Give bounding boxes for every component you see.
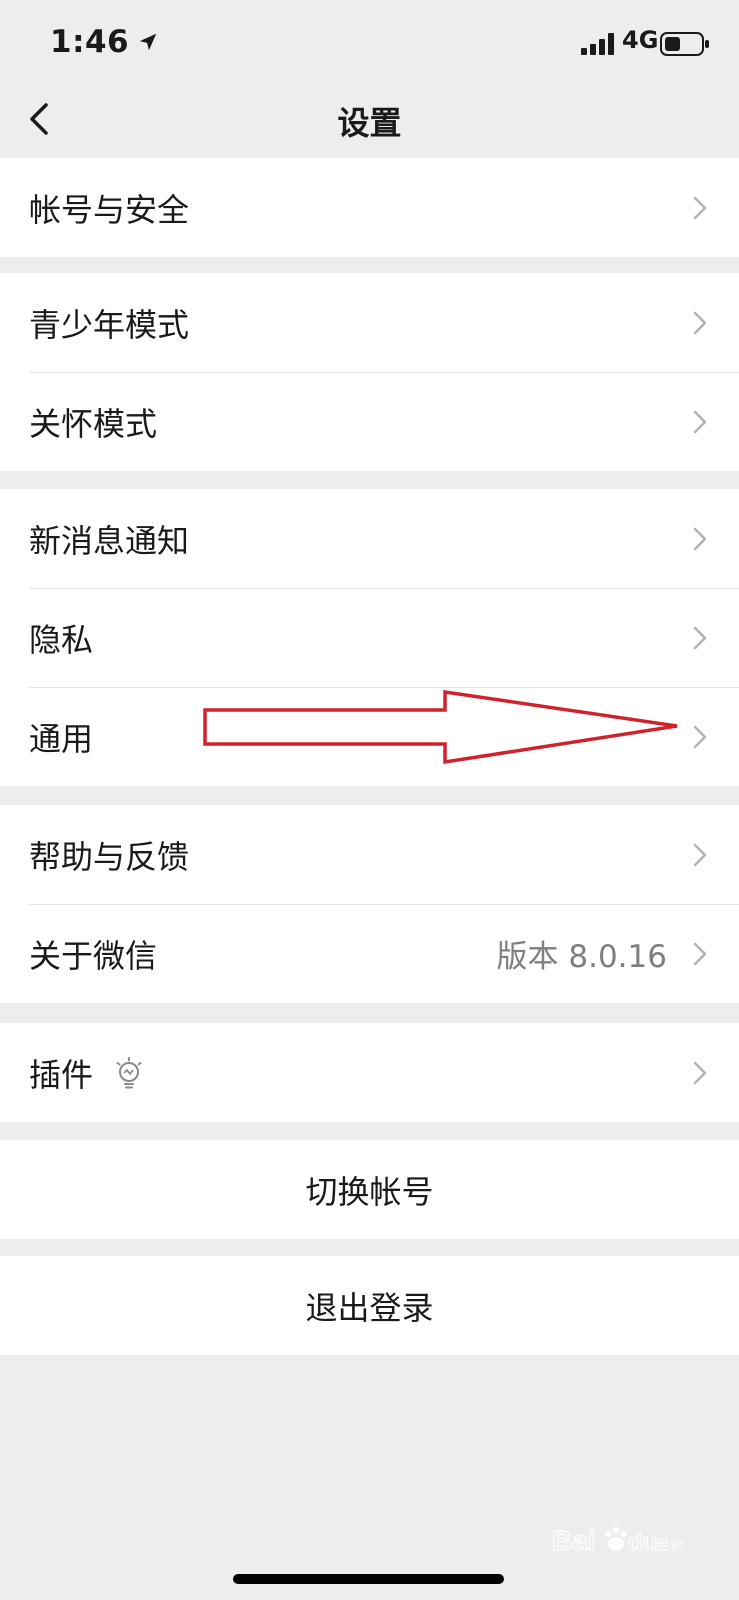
settings-item-plugins[interactable]: 插件 (0, 1023, 739, 1122)
switch-account-group: 切换帐号 (0, 1140, 739, 1239)
svg-text:du: du (628, 1529, 657, 1556)
chevron-right-icon (693, 626, 707, 650)
battery-icon (660, 32, 709, 56)
cellular-signal-icon (581, 33, 614, 55)
switch-account-button[interactable]: 切换帐号 (0, 1140, 739, 1239)
lightbulb-icon (116, 1057, 142, 1089)
location-arrow-icon (139, 33, 157, 51)
chevron-right-icon (693, 725, 707, 749)
settings-item-label: 帐号与安全 (29, 190, 190, 229)
chevron-right-icon (693, 410, 707, 434)
settings-item-label: 通用 (29, 719, 94, 758)
status-time-text: 1:46 (50, 24, 130, 60)
settings-item-about-wechat[interactable]: 关于微信 版本 8.0.16 (0, 904, 739, 1003)
settings-item-teen-mode[interactable]: 青少年模式 (0, 273, 739, 372)
chevron-right-icon (693, 311, 707, 335)
settings-item-label: 帮助与反馈 (29, 837, 190, 876)
settings-group-general: 新消息通知 隐私 通用 (0, 489, 739, 786)
settings-item-account-security[interactable]: 帐号与安全 (0, 158, 739, 257)
version-value: 版本 8.0.16 (496, 939, 667, 975)
home-indicator[interactable] (233, 1574, 504, 1584)
logout-button[interactable]: 退出登录 (0, 1256, 739, 1355)
logout-group: 退出登录 (0, 1256, 739, 1355)
settings-item-care-mode[interactable]: 关怀模式 (0, 372, 739, 471)
settings-item-label: 插件 (29, 1055, 94, 1094)
settings-group-account: 帐号与安全 (0, 158, 739, 257)
settings-group-plugins: 插件 (0, 1023, 739, 1122)
settings-item-label: 隐私 (29, 620, 94, 659)
chevron-right-icon (693, 527, 707, 551)
settings-item-notifications[interactable]: 新消息通知 (0, 489, 739, 588)
chevron-right-icon (693, 942, 707, 966)
settings-item-label: 青少年模式 (29, 305, 190, 344)
network-type: 4G (622, 26, 659, 54)
chevron-right-icon (693, 196, 707, 220)
settings-group-about: 帮助与反馈 关于微信 版本 8.0.16 (0, 805, 739, 1003)
settings-item-label: 关于微信 (29, 936, 158, 975)
switch-account-label: 切换帐号 (305, 1172, 434, 1211)
svg-text:Bai: Bai (552, 1525, 596, 1556)
logout-label: 退出登录 (305, 1288, 434, 1327)
chevron-right-icon (693, 843, 707, 867)
page-title: 设置 (337, 104, 402, 142)
chevron-right-icon (693, 1061, 707, 1085)
status-time: 1:46 (50, 24, 159, 60)
settings-item-label: 新消息通知 (29, 521, 190, 560)
settings-item-general[interactable]: 通用 (0, 687, 739, 786)
settings-item-help-feedback[interactable]: 帮助与反馈 (0, 805, 739, 904)
nav-bar: 设置 (0, 88, 739, 158)
settings-item-privacy[interactable]: 隐私 (0, 588, 739, 687)
settings-group-modes: 青少年模式 关怀模式 (0, 273, 739, 471)
svg-text:经验: 经验 (656, 1538, 684, 1554)
baidu-jingyan-watermark: Bai du 经验 (552, 1524, 684, 1556)
status-bar: 1:46 4G (0, 0, 739, 88)
settings-item-label: 关怀模式 (29, 404, 158, 443)
